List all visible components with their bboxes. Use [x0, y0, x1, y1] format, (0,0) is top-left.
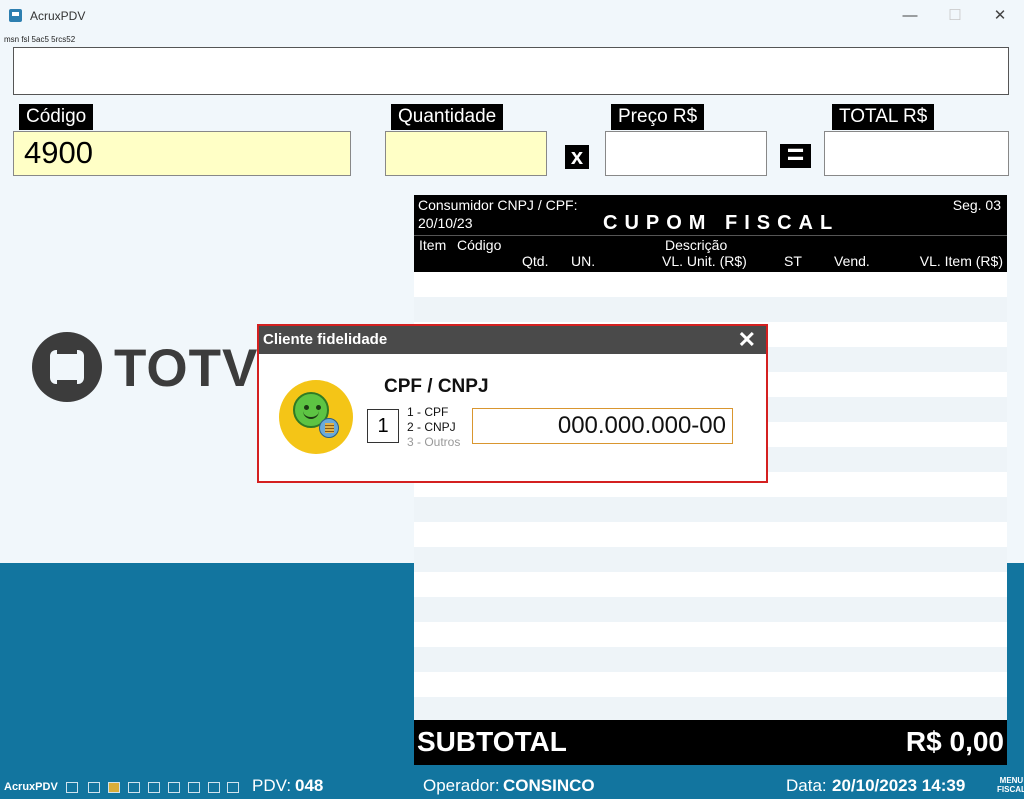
barcode-icon [208, 782, 220, 793]
cupom-title: CUPOM FISCAL [603, 212, 840, 234]
equals-sign: = [780, 140, 811, 170]
printer-icon [108, 782, 120, 793]
menu-fiscal-line1: MENU [999, 776, 1024, 785]
sequence-label: Seg. 03 [952, 197, 1001, 213]
window-title: AcruxPDV [30, 9, 86, 23]
scale-icon [188, 782, 200, 793]
option-cnpj: 2 - CNPJ [407, 420, 456, 434]
col-vl-item: VL. Item (R$) [919, 253, 1003, 269]
dialog-heading: CPF / CNPJ [384, 376, 489, 397]
document-number-input[interactable]: 000.000.000-00 [472, 408, 733, 444]
menu-fiscal-button[interactable]: MENU FISCAL [997, 776, 1024, 794]
list-item [414, 272, 1007, 297]
quantidade-field[interactable] [385, 131, 547, 176]
operador-label: Operador: [423, 776, 500, 795]
consumidor-label: Consumidor CNPJ / CPF: [418, 197, 578, 213]
col-qtd: Qtd. [522, 253, 549, 269]
top-message: msn fsl 5ac5 5rcs52 [4, 35, 76, 44]
subtotal-value: R$ 0,00 [905, 726, 1004, 757]
network-icon [66, 782, 78, 793]
data-label: Data: [786, 776, 827, 795]
pdv-value: 048 [295, 776, 324, 795]
grid-icon [227, 782, 239, 793]
status-bar: AcruxPDV PDV: 048 Operador: CONSINCO Dat… [0, 773, 1024, 799]
list-item [414, 547, 1007, 572]
col-item: Item [419, 237, 447, 253]
dialog-close-button[interactable]: ✕ [738, 326, 756, 354]
total-field [824, 131, 1009, 176]
col-st: ST [784, 253, 802, 269]
list-item [414, 622, 1007, 647]
totvs-logo-icon [32, 332, 102, 402]
codigo-value: 4900 [24, 135, 93, 170]
pdv-label: PDV: [252, 776, 292, 795]
multiply-sign: x [565, 145, 589, 169]
operador-value: CONSINCO [503, 776, 595, 795]
preco-field[interactable] [605, 131, 767, 176]
list-item [414, 697, 1007, 722]
shield-icon [168, 782, 180, 793]
card-reader-icon [128, 782, 140, 793]
codigo-label: Código [19, 104, 94, 130]
subtotal-label: SUBTOTAL [417, 726, 567, 757]
document-type-input[interactable]: 1 [367, 409, 399, 443]
keyboard-icon [148, 782, 160, 793]
computer-icon [88, 782, 100, 793]
window-titlebar: AcruxPDV — ☐ ✕ [0, 0, 1024, 32]
cupom-divider [414, 235, 1007, 236]
message-box [13, 47, 1009, 95]
preco-label: Preço R$ [611, 104, 705, 130]
total-label: TOTAL R$ [832, 104, 935, 130]
cliente-fidelidade-dialog: Cliente fidelidade ✕ CPF / CNPJ 1 1 - CP… [257, 324, 768, 483]
list-item [414, 597, 1007, 622]
list-item [414, 522, 1007, 547]
list-item [414, 297, 1007, 322]
maximize-button[interactable]: ☐ [940, 4, 970, 28]
minimize-button[interactable]: — [895, 4, 925, 28]
option-outros: 3 - Outros [407, 435, 461, 449]
col-codigo: Código [457, 237, 502, 253]
subtotal-bar: SUBTOTAL R$ 0,00 [414, 720, 1007, 765]
list-item [414, 572, 1007, 597]
data-value: 20/10/2023 14:39 [832, 776, 966, 795]
close-button[interactable]: ✕ [985, 4, 1015, 28]
list-item [414, 672, 1007, 697]
list-item [414, 497, 1007, 522]
col-vend: Vend. [834, 253, 870, 269]
dialog-title: Cliente fidelidade ✕ [259, 326, 766, 354]
dialog-title-text: Cliente fidelidade [263, 331, 388, 348]
col-descricao: Descrição [665, 237, 728, 253]
loyalty-smiley-icon [279, 380, 353, 454]
status-app-name: AcruxPDV [4, 781, 58, 793]
cupom-date: 20/10/23 [418, 215, 473, 231]
col-vl-unit: VL. Unit. (R$) [662, 253, 747, 269]
coins-icon [319, 418, 339, 438]
quantidade-label: Quantidade [391, 104, 504, 130]
option-cpf: 1 - CPF [407, 405, 449, 419]
codigo-field[interactable]: 4900 [13, 131, 351, 176]
list-item [414, 647, 1007, 672]
menu-fiscal-line2: FISCAL [997, 785, 1024, 794]
col-un: UN. [571, 253, 596, 269]
app-icon [9, 9, 22, 22]
cupom-header: Consumidor CNPJ / CPF: Seg. 03 20/10/23 … [414, 195, 1007, 272]
